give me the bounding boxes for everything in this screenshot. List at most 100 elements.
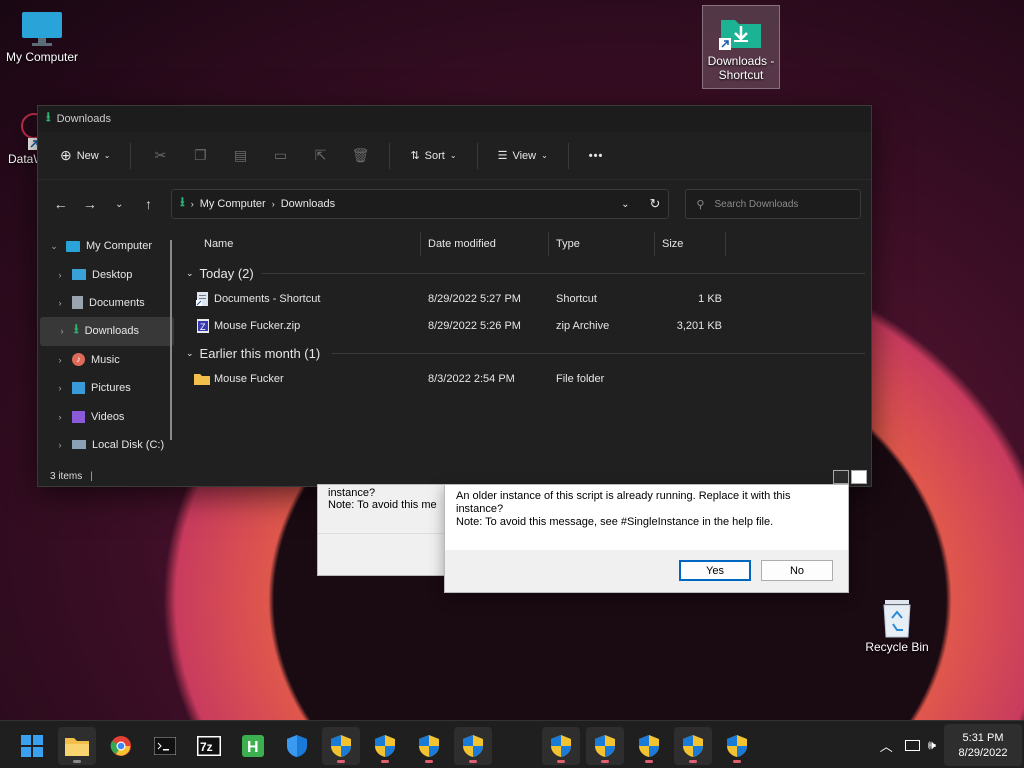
- attention-indicator: [557, 760, 565, 763]
- desktop-icon-recycle-bin[interactable]: Recycle Bin: [855, 598, 939, 654]
- file-row[interactable]: Documents - Shortcut 8/29/2022 5:27 PM S…: [182, 286, 871, 313]
- refresh-icon[interactable]: ↻: [650, 196, 661, 212]
- clock[interactable]: 5:31 PM 8/29/2022: [944, 724, 1022, 766]
- desktop-icon-my-computer[interactable]: My Computer: [0, 8, 84, 64]
- volume-icon[interactable]: 🕪: [928, 737, 936, 753]
- attention-indicator: [337, 760, 345, 763]
- new-button[interactable]: ⊕ New ⌄: [52, 141, 118, 170]
- terminal-icon: [154, 737, 176, 755]
- more-options-button[interactable]: •••: [581, 144, 612, 168]
- file-list[interactable]: Name Date modified Type Size ⌄ Today (2)…: [176, 228, 871, 466]
- column-divider[interactable]: [654, 232, 655, 256]
- file-row[interactable]: Mouse Fucker 8/3/2022 2:54 PM File folde…: [182, 366, 871, 393]
- uac-shield-icon: [463, 735, 483, 757]
- breadcrumb-my-computer[interactable]: My Computer: [200, 198, 266, 210]
- column-divider[interactable]: [548, 232, 549, 256]
- tiles-view-icon[interactable]: [851, 470, 867, 484]
- title-bar[interactable]: ⭳ Downloads: [38, 106, 871, 132]
- attention-indicator: [689, 760, 697, 763]
- nav-item-music[interactable]: › ♪ Music: [38, 346, 176, 374]
- taskbar-uac-app[interactable]: [322, 727, 360, 765]
- column-header-size[interactable]: Size: [656, 228, 683, 260]
- address-dropdown-icon[interactable]: ⌄: [621, 199, 629, 210]
- taskbar-uac-app[interactable]: [366, 727, 404, 765]
- taskbar-uac-app[interactable]: [542, 727, 580, 765]
- nav-item-desktop[interactable]: › Desktop: [38, 260, 176, 288]
- taskbar-uac-app[interactable]: [586, 727, 624, 765]
- share-icon[interactable]: ⇱: [309, 145, 331, 167]
- group-header-earlier-this-month[interactable]: ⌄ Earlier this month (1): [182, 340, 871, 366]
- desktop-icon-downloads-shortcut[interactable]: Downloads - Shortcut: [702, 5, 780, 89]
- file-row[interactable]: Z Mouse Fucker.zip 8/29/2022 5:26 PM zip…: [182, 313, 871, 340]
- uac-shield-icon: [639, 735, 659, 757]
- taskbar-chrome[interactable]: [102, 727, 140, 765]
- up-arrow-icon[interactable]: ↑: [136, 191, 161, 217]
- shortcut-file-icon: [196, 292, 210, 309]
- nav-item-pictures[interactable]: › Pictures: [38, 374, 176, 402]
- network-icon[interactable]: [904, 739, 920, 751]
- nav-item-local-disk[interactable]: › Local Disk (C:): [38, 431, 176, 459]
- desktop-icon-label: Recycle Bin: [865, 640, 929, 654]
- column-header-name[interactable]: Name: [198, 228, 233, 260]
- folder-icon: [194, 373, 210, 388]
- column-divider[interactable]: [725, 232, 726, 256]
- nav-item-downloads[interactable]: › ⭳ Downloads: [40, 317, 174, 346]
- yes-button[interactable]: Yes: [679, 560, 751, 581]
- recent-chevron-icon[interactable]: ⌄: [107, 191, 132, 217]
- view-button[interactable]: ☰ View ⌄: [490, 143, 556, 168]
- column-header-type[interactable]: Type: [550, 228, 580, 260]
- cut-icon[interactable]: ✂: [149, 145, 171, 167]
- uac-shield-icon: [375, 735, 395, 757]
- taskbar-h-app[interactable]: H: [234, 727, 272, 765]
- start-button[interactable]: [13, 727, 51, 765]
- view-toggle: [833, 470, 867, 484]
- taskbar-defender[interactable]: [278, 727, 316, 765]
- taskbar-uac-app[interactable]: [454, 727, 492, 765]
- search-placeholder: Search Downloads: [714, 198, 799, 210]
- back-arrow-icon[interactable]: ←: [48, 191, 73, 217]
- no-button[interactable]: No: [761, 560, 833, 581]
- dialog-text: An older instance of this script is alre…: [456, 490, 791, 502]
- sort-button[interactable]: ⇅ Sort ⌄: [402, 143, 464, 168]
- navigation-pane[interactable]: ⌄ My Computer › Desktop › Documents › ⭳ …: [38, 228, 176, 466]
- group-header-today[interactable]: ⌄ Today (2): [182, 260, 871, 286]
- paste-icon[interactable]: ▤: [229, 145, 251, 167]
- taskbar-terminal[interactable]: [146, 727, 184, 765]
- taskbar-file-explorer[interactable]: [58, 727, 96, 765]
- copy-icon[interactable]: ❐: [189, 145, 211, 167]
- file-explorer-window[interactable]: ⭳ Downloads ⊕ New ⌄ ✂ ❐ ▤ ▭ ⇱ 🗑 ⇅ Sort ⌄…: [37, 105, 872, 487]
- sort-icon: ⇅: [410, 150, 420, 162]
- breadcrumb-downloads[interactable]: Downloads: [281, 198, 335, 210]
- toolbar-divider: [130, 142, 132, 169]
- uac-shield-icon: [331, 735, 351, 757]
- group-divider: [262, 273, 865, 274]
- address-bar[interactable]: ⭳ › My Computer › Downloads ⌄ ↻: [171, 189, 670, 219]
- pictures-icon: [72, 382, 85, 395]
- shield-icon: [287, 735, 307, 757]
- taskbar-uac-app[interactable]: [410, 727, 448, 765]
- dialog-text: instance?: [456, 503, 504, 515]
- toolbar-divider: [567, 142, 569, 169]
- nav-scrollbar[interactable]: [170, 240, 172, 440]
- column-divider[interactable]: [420, 232, 421, 256]
- search-box[interactable]: ⚲ Search Downloads: [685, 189, 862, 219]
- nav-item-my-computer[interactable]: ⌄ My Computer: [38, 232, 176, 260]
- nav-item-videos[interactable]: › Videos: [38, 402, 176, 430]
- taskbar-uac-app[interactable]: [718, 727, 756, 765]
- chevron-down-icon: ⌄: [186, 267, 194, 278]
- nav-item-documents[interactable]: › Documents: [38, 289, 176, 317]
- taskbar-uac-app[interactable]: [630, 727, 668, 765]
- folder-icon: [65, 738, 89, 756]
- videos-icon: [72, 410, 85, 423]
- details-view-icon[interactable]: [833, 470, 849, 484]
- single-instance-dialog[interactable]: An older instance of this script is alre…: [444, 484, 849, 593]
- forward-arrow-icon[interactable]: →: [77, 191, 102, 217]
- rename-icon[interactable]: ▭: [269, 145, 291, 167]
- taskbar-uac-app[interactable]: [674, 727, 712, 765]
- taskbar-7zip[interactable]: 7z: [190, 727, 228, 765]
- show-hidden-icons-chevron-icon[interactable]: ︿: [880, 736, 893, 755]
- column-header-date[interactable]: Date modified: [422, 228, 496, 260]
- delete-icon[interactable]: 🗑: [349, 145, 371, 167]
- attention-indicator: [733, 760, 741, 763]
- chevron-down-icon: ⌄: [449, 151, 457, 160]
